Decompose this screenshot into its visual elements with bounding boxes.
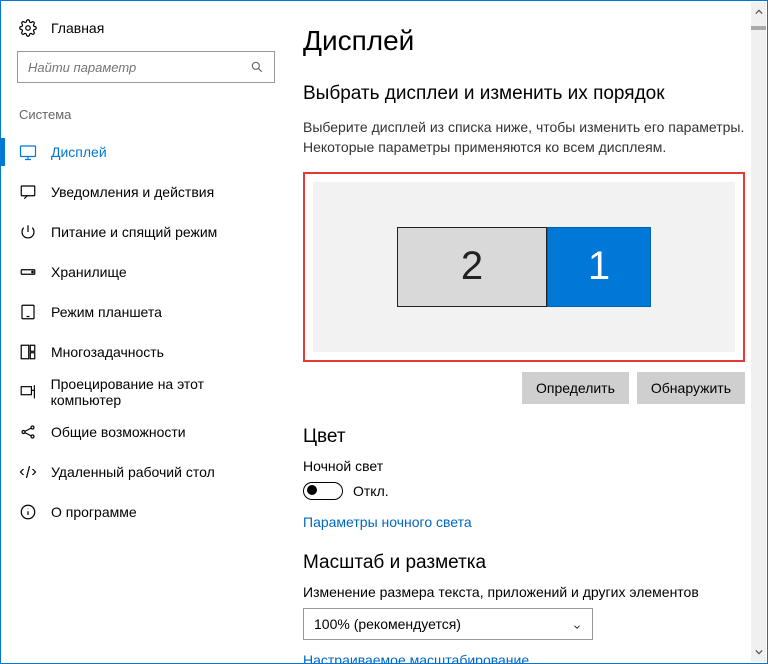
scroll-down-button[interactable] [751,644,766,660]
display-picker-highlight: 2 1 [303,172,745,362]
scrollbar[interactable] [751,2,766,662]
sidebar-item-power[interactable]: Питание и спящий режим [1,212,291,252]
gear-icon [19,19,37,37]
display-icon [19,143,37,161]
sidebar-item-label: Дисплей [51,144,107,160]
display-box-2[interactable]: 2 [397,227,547,307]
shared-icon [19,423,37,441]
info-icon [19,503,37,521]
sidebar-item-label: Общие возможности [51,424,186,440]
search-box[interactable] [17,51,275,83]
sidebar-group-label: Система [1,107,291,132]
tablet-icon [19,303,37,321]
sidebar-item-label: Многозадачность [51,344,164,360]
multitask-icon [19,343,37,361]
display-box-1[interactable]: 1 [547,227,651,307]
search-input[interactable] [28,60,250,75]
sidebar: Главная Система Дисплей Уведомления и де… [1,1,291,663]
sidebar-item-projecting[interactable]: Проецирование на этот компьютер [1,372,291,412]
section-select-displays: Выбрать дисплеи и изменить их порядок [303,83,745,105]
page-title: Дисплей [303,25,745,57]
detect-button[interactable]: Обнаружить [637,372,745,404]
nightlight-toggle[interactable] [303,482,343,500]
search-icon [250,60,264,74]
sidebar-item-label: О программе [51,504,137,520]
sidebar-item-display[interactable]: Дисплей [1,132,291,172]
scale-dropdown-value: 100% (рекомендуется) [314,616,461,632]
sidebar-item-multitask[interactable]: Многозадачность [1,332,291,372]
scroll-thumb[interactable] [751,26,766,30]
sidebar-home[interactable]: Главная [1,19,291,51]
sidebar-item-shared[interactable]: Общие возможности [1,412,291,452]
power-icon [19,223,37,241]
scale-label: Изменение размера текста, приложений и д… [303,584,745,600]
nightlight-settings-link[interactable]: Параметры ночного света [303,514,745,530]
section-scale: Масштаб и разметка [303,552,745,574]
select-displays-hint: Выберите дисплей из списка ниже, чтобы и… [303,117,745,158]
scale-dropdown[interactable]: 100% (рекомендуется) [303,608,593,640]
custom-scaling-link[interactable]: Настраиваемое масштабирование [303,652,745,663]
nightlight-label: Ночной свет [303,458,745,474]
identify-button[interactable]: Определить [522,372,629,404]
nightlight-state: Откл. [353,483,389,499]
sidebar-item-label: Проецирование на этот компьютер [51,376,273,408]
sidebar-item-remote[interactable]: Удаленный рабочий стол [1,452,291,492]
chevron-down-icon [572,619,582,629]
main-content: Дисплей Выбрать дисплеи и изменить их по… [291,1,767,663]
sidebar-item-notifications[interactable]: Уведомления и действия [1,172,291,212]
sidebar-item-storage[interactable]: Хранилище [1,252,291,292]
remote-icon [19,463,37,481]
chat-icon [19,183,37,201]
sidebar-item-label: Хранилище [51,264,127,280]
sidebar-home-label: Главная [51,20,104,36]
display-arrangement[interactable]: 2 1 [313,182,735,352]
scroll-up-button[interactable] [751,4,766,20]
storage-icon [19,263,37,281]
section-color: Цвет [303,426,745,448]
sidebar-item-label: Уведомления и действия [51,184,214,200]
project-icon [19,383,37,401]
sidebar-item-label: Режим планшета [51,304,162,320]
sidebar-item-tablet[interactable]: Режим планшета [1,292,291,332]
sidebar-item-about[interactable]: О программе [1,492,291,532]
sidebar-item-label: Удаленный рабочий стол [51,464,215,480]
sidebar-item-label: Питание и спящий режим [51,224,217,240]
